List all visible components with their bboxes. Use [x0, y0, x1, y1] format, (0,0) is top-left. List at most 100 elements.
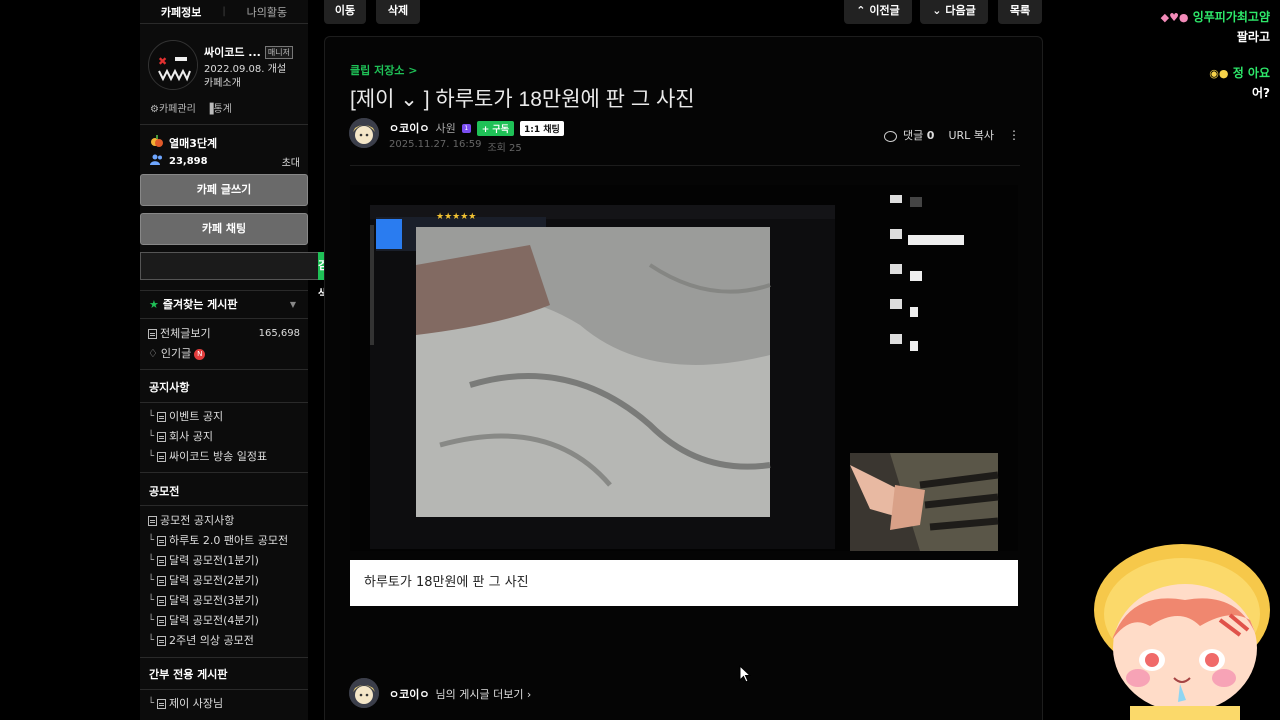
- tree-branch-icon: └: [148, 451, 155, 462]
- board-calendar-q3[interactable]: └ 달력 공모전(3분기): [148, 591, 308, 611]
- author-row: ㅇ코이ㅇ 사원 1 + 구독 1:1 채팅: [389, 120, 564, 136]
- more-options-icon[interactable]: ⋮: [1008, 128, 1020, 142]
- cafe-intro-link[interactable]: 카페소개: [204, 74, 241, 89]
- one-to-one-chat-button[interactable]: 1:1 채팅: [519, 120, 564, 136]
- document-icon: [157, 556, 167, 566]
- move-button[interactable]: 이동: [324, 0, 366, 24]
- stats-label: 통계: [213, 104, 232, 115]
- cafe-manage-link[interactable]: ⚙카페관리: [150, 100, 196, 115]
- stats-link[interactable]: ▐통계: [206, 100, 232, 115]
- comment-icon: [884, 130, 898, 142]
- board-link[interactable]: 클립 저장소 >: [350, 62, 417, 78]
- document-icon: [157, 616, 167, 626]
- author-rank: 사원: [435, 122, 456, 135]
- tree-branch-icon: └: [148, 635, 155, 646]
- list-button[interactable]: 목록: [998, 0, 1042, 24]
- board-all-posts[interactable]: 전체글보기 165,698: [148, 324, 308, 344]
- url-copy-button[interactable]: URL 복사: [948, 127, 994, 143]
- board-anniversary-outfit[interactable]: └ 2주년 의상 공모전: [148, 631, 308, 651]
- article-panel: 클립 저장소 > [제이 ⌄ ] 하루토가 18만원에 판 그 사진 ㅇ코이ㅇ …: [324, 36, 1043, 720]
- cafe-search: 검색: [140, 252, 329, 300]
- gear-icon: ⚙: [150, 104, 159, 115]
- subscribe-button[interactable]: + 구독: [476, 120, 514, 136]
- board-label: 달력 공모전(3분기): [169, 594, 259, 607]
- document-icon: [157, 596, 167, 606]
- board-label: 달력 공모전(2분기): [169, 574, 259, 587]
- author-avatar[interactable]: [349, 118, 379, 148]
- cafe-chat-button[interactable]: 카페 채팅: [140, 213, 308, 245]
- board-label: 달력 공모전(1분기): [169, 554, 259, 567]
- board-label: 이벤트 공지: [169, 410, 224, 423]
- tab-my-activity[interactable]: 나의활동: [226, 4, 308, 20]
- divider: [140, 689, 308, 690]
- board-event-notice[interactable]: └ 이벤트 공지: [148, 407, 308, 427]
- member-level[interactable]: 열매3단계: [150, 134, 217, 151]
- board-calendar-q4[interactable]: └ 달력 공모전(4분기): [148, 611, 308, 631]
- header-divider: [350, 165, 1020, 166]
- document-icon: [157, 432, 167, 442]
- board-fanart-contest[interactable]: └ 하루토 2.0 팬아트 공모전: [148, 531, 308, 551]
- overlay-chat-user: ◉● 정 아요: [1209, 64, 1270, 81]
- search-input[interactable]: [140, 252, 318, 280]
- stream-screenshot: ★★★★★: [350, 185, 1018, 551]
- prev-post-label: 이전글: [869, 4, 900, 17]
- caret-down-icon[interactable]: ▼: [290, 300, 296, 309]
- document-icon: [157, 412, 167, 422]
- footer-author-name: ㅇ코이ㅇ: [389, 688, 430, 701]
- member-count-row: 23,898 초대: [150, 154, 300, 169]
- board-label: 하루토 2.0 팬아트 공모전: [169, 534, 289, 547]
- board-broadcast-schedule[interactable]: └ 싸이코드 방송 일정표: [148, 447, 308, 467]
- board-popular[interactable]: ♢ 인기글 N: [148, 344, 308, 364]
- post-title: [제이 ⌄ ] 하루토가 18만원에 판 그 사진: [350, 88, 695, 111]
- board-calendar-q2[interactable]: └ 달력 공모전(2분기): [148, 571, 308, 591]
- cafe-sidebar: 카페정보 | 나의활동 ✖ 싸이코드 ... 매니저 2022.09.08. 개…: [140, 0, 329, 720]
- board-jay-boss[interactable]: └ 제이 사장님: [148, 694, 308, 714]
- member-level-label: 열매3단계: [169, 136, 218, 150]
- board-company-notice[interactable]: └ 회사 공지: [148, 427, 308, 447]
- member-count[interactable]: 23,898: [169, 156, 208, 167]
- more-posts-link[interactable]: 님의 게시글 더보기 ›: [435, 686, 531, 702]
- tree-branch-icon: └: [148, 615, 155, 626]
- author-more-posts[interactable]: ㅇ코이ㅇ 님의 게시글 더보기 ›: [389, 686, 531, 702]
- board-label: 인기글: [160, 347, 192, 360]
- post-tools: 댓글 0 URL 복사 ⋮: [884, 127, 1020, 143]
- tree-branch-icon: └: [148, 698, 155, 709]
- post-caption: 하루토가 18만원에 판 그 사진: [350, 560, 1018, 606]
- board-label: 싸이코드 방송 일정표: [169, 450, 268, 463]
- comments-count: 0: [926, 129, 935, 142]
- svg-text:✖: ✖: [158, 55, 167, 68]
- chat-badge-icons: ◉●: [1209, 67, 1229, 80]
- manager-badge: 매니저: [264, 45, 293, 59]
- cafe-avatar[interactable]: ✖: [148, 40, 198, 90]
- star-icon: ★: [149, 297, 159, 311]
- comments-link[interactable]: 댓글 0: [884, 127, 934, 143]
- tree-branch-icon: └: [148, 575, 155, 586]
- board-label: 전체글보기: [160, 327, 211, 340]
- document-icon: [148, 516, 157, 526]
- tree-branch-icon: └: [148, 595, 155, 606]
- members-icon: [150, 154, 164, 169]
- document-icon: [157, 452, 167, 462]
- board-calendar-q1[interactable]: └ 달력 공모전(1분기): [148, 551, 308, 571]
- overlay-chat-message: 어?: [1251, 86, 1270, 100]
- footer-author-avatar[interactable]: [349, 678, 379, 708]
- document-icon: [157, 636, 167, 646]
- cafe-name[interactable]: 싸이코드 ...: [204, 44, 261, 60]
- mascot-character: [1094, 544, 1270, 720]
- next-post-button[interactable]: ⌄ 다음글: [920, 0, 988, 24]
- mouse-cursor-icon: [739, 665, 751, 683]
- board-contest-notice[interactable]: 공모전 공지사항: [148, 511, 308, 531]
- prev-post-button[interactable]: ⌃ 이전글: [844, 0, 912, 24]
- favorites-header[interactable]: ★ 즐겨찾는 게시판 ▼: [140, 296, 308, 312]
- author-name[interactable]: ㅇ코이ㅇ: [389, 120, 429, 136]
- cafe-manage-label: 카페관리: [158, 104, 196, 115]
- invite-link[interactable]: 초대: [282, 154, 300, 169]
- svg-text:★★★★★: ★★★★★: [436, 212, 476, 222]
- tab-cafe-info[interactable]: 카페정보: [140, 4, 222, 20]
- overlay-chat-user: ◆♥● 잉푸피가최고얌: [1161, 8, 1270, 25]
- divider: [140, 657, 308, 658]
- post-image[interactable]: ★★★★★: [350, 185, 1018, 551]
- tree-branch-icon: └: [148, 431, 155, 442]
- write-post-button[interactable]: 카페 글쓰기: [140, 174, 308, 206]
- delete-button[interactable]: 삭제: [376, 0, 420, 24]
